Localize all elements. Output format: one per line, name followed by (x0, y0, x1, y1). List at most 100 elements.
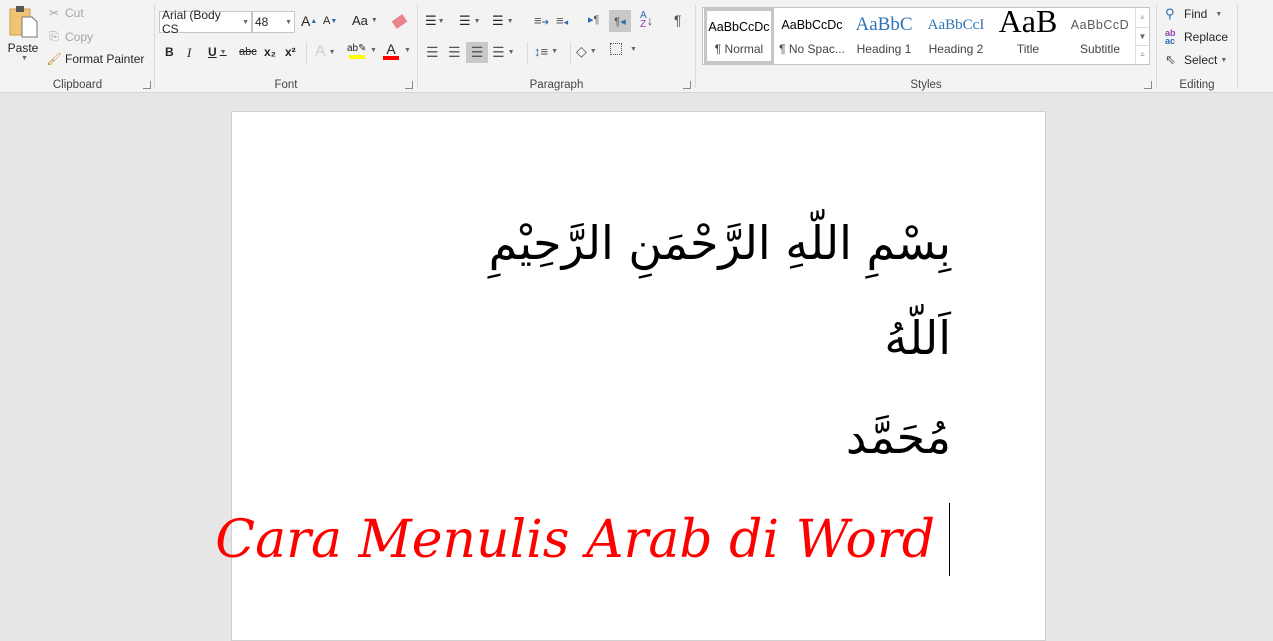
styles-gallery: AaBbCcDc ¶ Normal AaBbCcDc ¶ No Spac... … (702, 7, 1150, 65)
align-center-button[interactable]: ☰ (448, 44, 461, 61)
highlight-dropdown[interactable]: ▼ (367, 47, 377, 54)
paintbrush-icon: 🖌 (46, 52, 62, 66)
highlight-color-button[interactable]: ab✎ (347, 43, 367, 59)
font-group: Arial (Body CS ▼ 48 ▼ A ▲ A ▼ Aa ▼ B I U ▼ abc… (155, 0, 417, 93)
style-preview: AaBbCcDc (781, 18, 843, 32)
subscript-icon: x₂ (264, 45, 277, 59)
text-effects-icon: A (315, 43, 326, 60)
clipboard-icon (9, 6, 38, 38)
paste-button[interactable]: Paste ▼ (4, 4, 42, 72)
text-effects-button[interactable]: A ▼ (315, 43, 336, 61)
underline-button[interactable]: U ▼ (208, 45, 227, 59)
justify-button[interactable]: ☰ ▼ (492, 44, 515, 61)
replace-icon: ab ac (1165, 28, 1176, 46)
style-subtitle[interactable]: AaBbCcD Subtitle (1064, 8, 1136, 64)
select-label: Select (1184, 53, 1218, 67)
format-painter-button[interactable]: 🖌 Format Painter (46, 52, 144, 66)
italic-button[interactable]: I (187, 45, 191, 61)
bullets-button[interactable]: ☰ ▼ (425, 13, 445, 29)
bold-button[interactable]: B (165, 45, 174, 59)
style-name: ¶ Normal (714, 42, 764, 56)
rtl-button[interactable]: ¶◂ (609, 10, 631, 32)
eraser-icon (391, 14, 408, 29)
grow-font-icon: A (301, 13, 311, 29)
more-styles-icon[interactable]: ⩡ (1136, 45, 1149, 64)
subscript-button[interactable]: x₂ (264, 45, 276, 59)
change-case-button[interactable]: Aa ▼ (352, 13, 378, 28)
paragraph-group-label: Paragraph (529, 79, 584, 91)
clear-formatting-button[interactable] (391, 12, 408, 29)
increase-indent-icon: ≡◂ (556, 13, 569, 28)
style-normal[interactable]: AaBbCcDc ¶ Normal (704, 8, 774, 64)
font-name-value: Arial (Body CS (162, 8, 221, 36)
doc-line-muhammad[interactable]: مُحَمَّد (846, 414, 951, 460)
highlighter-icon: ab✎ (347, 43, 367, 54)
style-name: Heading 1 (856, 42, 912, 56)
shading-button[interactable]: ◇ ▼ (576, 43, 597, 60)
font-size-select[interactable]: 48 ▼ (252, 11, 295, 33)
editing-group: ⚲ Find ▼ ab ac Replace ⇖ Select ▼ Editing (1157, 0, 1237, 93)
replace-button[interactable]: ab ac Replace (1165, 28, 1229, 46)
sort-icon: AZ (640, 10, 647, 30)
shrink-font-button[interactable]: A ▼ (323, 15, 337, 27)
cut-button[interactable]: ✂ Cut (46, 6, 84, 20)
font-color-dropdown[interactable]: ▼ (401, 47, 411, 54)
doc-line-allah[interactable]: اَللّهُ (884, 315, 951, 361)
highlight-swatch (348, 55, 365, 59)
align-right-button[interactable]: ☰ (466, 42, 488, 63)
align-center-icon: ☰ (448, 44, 461, 60)
font-color-swatch (383, 56, 399, 60)
strikethrough-button[interactable]: abc (239, 46, 257, 58)
scroll-up-icon[interactable]: ▲ (1136, 8, 1149, 27)
clipboard-group-label: Clipboard (52, 79, 103, 91)
numbering-button[interactable]: ☰ ▼ (459, 13, 481, 29)
sort-button[interactable]: A Z ↓ (640, 10, 653, 30)
show-marks-button[interactable]: ¶ (674, 12, 682, 28)
superscript-button[interactable]: x² (285, 45, 296, 59)
multilevel-list-icon: ☰ (492, 13, 504, 28)
format-painter-label: Format Painter (65, 52, 145, 66)
increase-indent-button[interactable]: ≡◂ (556, 13, 568, 28)
font-size-value: 48 (255, 15, 269, 29)
replace-label: Replace (1184, 30, 1229, 44)
grow-font-button[interactable]: A ▲ (301, 13, 317, 29)
font-color-button[interactable]: A (383, 41, 399, 60)
ltr-icon: ▸¶ (588, 14, 600, 26)
font-name-select[interactable]: Arial (Body CS ▼ (159, 8, 252, 36)
font-color-icon: A (386, 41, 396, 57)
multilevel-list-button[interactable]: ☰ ▼ (492, 13, 514, 29)
cursor-arrow-icon: ⇖ (1165, 52, 1176, 67)
scroll-down-icon[interactable]: ▼ (1136, 26, 1149, 46)
style-no-spacing[interactable]: AaBbCcDc ¶ No Spac... (776, 8, 848, 64)
styles-scrollbar[interactable]: ▲ ▼ ⩡ (1135, 8, 1149, 64)
strikethrough-icon: abc (239, 46, 257, 58)
styles-launcher-icon[interactable] (1144, 81, 1152, 89)
ltr-button[interactable]: ▸¶ (588, 13, 599, 26)
decrease-indent-button[interactable]: ≡➔ (534, 13, 549, 28)
select-button[interactable]: ⇖ Select ▼ (1165, 52, 1227, 68)
borders-button[interactable]: ▼ (610, 43, 637, 55)
paragraph-launcher-icon[interactable] (683, 81, 691, 89)
copy-button[interactable]: ⎘ Copy (46, 29, 93, 44)
style-title[interactable]: AaB Title (992, 8, 1064, 64)
line-spacing-button[interactable]: ↕≡ ▼ (534, 44, 558, 59)
style-heading-1[interactable]: AaBbC Heading 1 (848, 8, 920, 64)
style-preview: AaBbCcD (1070, 18, 1130, 32)
style-preview: AaBbCcI (927, 16, 985, 33)
chevron-down-icon: ▼ (285, 18, 292, 26)
decrease-indent-icon: ≡➔ (534, 13, 550, 28)
bold-icon: B (165, 45, 174, 59)
font-group-label: Font (274, 79, 298, 91)
clipboard-launcher-icon[interactable] (143, 81, 151, 89)
font-launcher-icon[interactable] (405, 81, 413, 89)
paint-bucket-icon: ◇ (576, 43, 587, 59)
change-case-icon: Aa (352, 13, 368, 28)
align-left-button[interactable]: ☰ (426, 44, 439, 61)
doc-line-bismillah[interactable]: بِسْمِ اللّهِ الرَّحْمَنِ الرَّحِيْمِ (489, 220, 951, 266)
doc-line-title[interactable]: Cara Menulis Arab di Word (215, 510, 935, 570)
cut-label: Cut (65, 6, 84, 20)
style-heading-2[interactable]: AaBbCcI Heading 2 (920, 8, 992, 64)
document-page[interactable]: بِسْمِ اللّهِ الرَّحْمَنِ الرَّحِيْمِ اَ… (215, 111, 1046, 641)
find-button[interactable]: ⚲ Find ▼ (1165, 6, 1222, 22)
rtl-icon: ¶◂ (614, 15, 626, 28)
